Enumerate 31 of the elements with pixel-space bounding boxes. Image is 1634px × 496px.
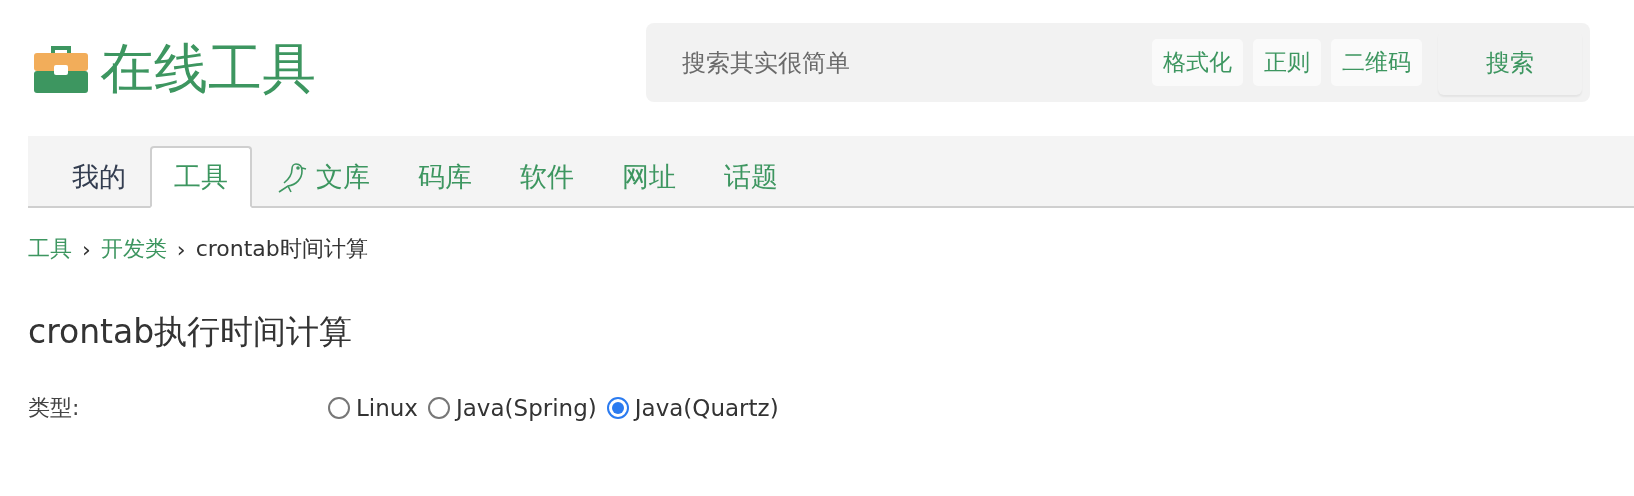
radio-icon[interactable] bbox=[328, 397, 350, 419]
nav-tab[interactable]: 网址 bbox=[598, 146, 700, 208]
site-title[interactable]: 在线工具 bbox=[100, 37, 316, 102]
search-button[interactable]: 搜索 bbox=[1438, 30, 1582, 95]
search-field[interactable]: 搜索其实很简单 格式化 正则 二维码 搜索 bbox=[646, 23, 1590, 102]
nav-tab[interactable]: 工具 bbox=[150, 146, 252, 208]
breadcrumb-separator: › bbox=[82, 236, 91, 262]
breadcrumb-current: crontab时间计算 bbox=[195, 235, 368, 263]
radio-icon[interactable] bbox=[606, 397, 629, 419]
radio-label: Java(Quartz) bbox=[634, 395, 779, 421]
nav-tab[interactable]: 话题 bbox=[700, 146, 802, 208]
type-label: 类型: bbox=[28, 394, 81, 422]
radio-option[interactable]: Linux bbox=[328, 395, 418, 421]
nav-tab[interactable]: 码库 bbox=[394, 146, 496, 208]
breadcrumb-link[interactable]: 工具 bbox=[28, 234, 72, 264]
nav-tab[interactable]: 软件 bbox=[496, 146, 598, 208]
toolbox-icon bbox=[34, 45, 88, 94]
page-heading: crontab执行时间计算 bbox=[28, 311, 354, 353]
breadcrumb-link[interactable]: 开发类 bbox=[100, 234, 167, 264]
shortcut-link[interactable]: 二维码 bbox=[1331, 39, 1422, 86]
radio-option[interactable]: Java(Spring) bbox=[428, 395, 597, 421]
shortcut-link[interactable]: 格式化 bbox=[1152, 39, 1243, 86]
radio-option[interactable]: Java(Quartz) bbox=[606, 395, 779, 421]
bird-icon bbox=[276, 160, 308, 194]
nav-tab[interactable]: 我的 bbox=[48, 146, 150, 208]
breadcrumb-separator: › bbox=[176, 236, 186, 262]
shortcut-link[interactable]: 正则 bbox=[1253, 39, 1321, 86]
radio-icon[interactable] bbox=[428, 397, 450, 419]
radio-label: Linux bbox=[356, 395, 418, 421]
nav-tab[interactable]: 文库 bbox=[252, 146, 394, 208]
radio-label: Java(Spring) bbox=[456, 395, 597, 421]
